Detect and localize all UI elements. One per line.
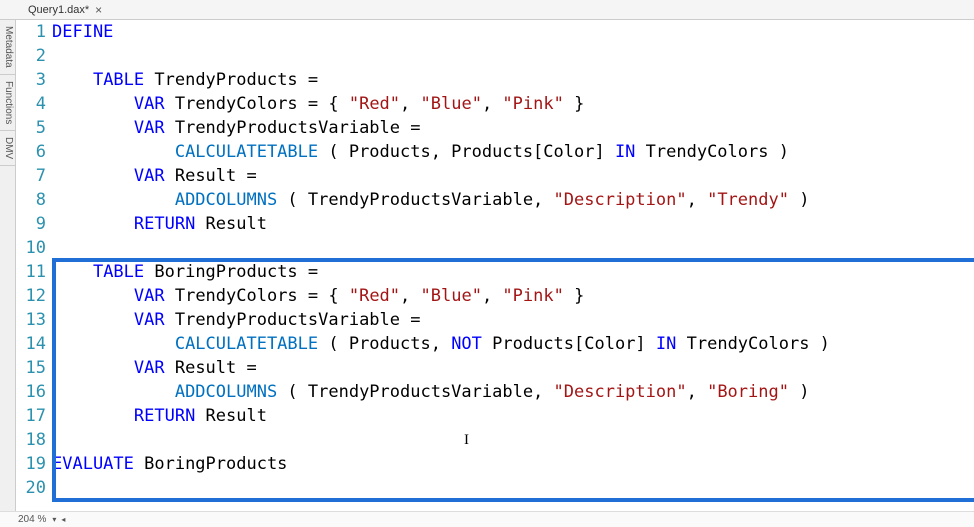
status-bar: 204 % ▾ ◂ xyxy=(0,511,974,527)
main-area: Metadata Functions DMV 12345678910111213… xyxy=(0,20,974,511)
code-line[interactable] xyxy=(52,428,974,452)
line-number: 11 xyxy=(16,260,46,284)
code-line[interactable]: TABLE TrendyProducts = xyxy=(52,68,974,92)
code-line[interactable] xyxy=(52,236,974,260)
code-line[interactable]: TABLE BoringProducts = xyxy=(52,260,974,284)
line-number: 17 xyxy=(16,404,46,428)
side-tab-functions[interactable]: Functions xyxy=(0,75,15,131)
code-line[interactable]: VAR Result = xyxy=(52,164,974,188)
code-line[interactable]: VAR TrendyProductsVariable = xyxy=(52,116,974,140)
line-number: 12 xyxy=(16,284,46,308)
side-tab-metadata[interactable]: Metadata xyxy=(0,20,15,75)
code-line[interactable]: CALCULATETABLE ( Products, NOT Products[… xyxy=(52,332,974,356)
code-line[interactable] xyxy=(52,476,974,500)
zoom-level[interactable]: 204 % xyxy=(18,514,46,525)
line-number: 7 xyxy=(16,164,46,188)
line-number: 20 xyxy=(16,476,46,500)
side-tab-strip: Metadata Functions DMV xyxy=(0,20,16,511)
code-line[interactable]: CALCULATETABLE ( Products, Products[Colo… xyxy=(52,140,974,164)
code-line[interactable]: DEFINE xyxy=(52,20,974,44)
text-cursor-icon: I xyxy=(464,432,469,449)
code-editor[interactable]: 1234567891011121314151617181920 DEFINE T… xyxy=(16,20,974,511)
code-line[interactable]: RETURN Result xyxy=(52,404,974,428)
code-line[interactable]: VAR TrendyColors = { "Red", "Blue", "Pin… xyxy=(52,284,974,308)
line-number: 3 xyxy=(16,68,46,92)
line-number: 10 xyxy=(16,236,46,260)
code-line[interactable]: EVALUATE BoringProducts xyxy=(52,452,974,476)
zoom-dropdown-icon[interactable]: ▾ xyxy=(52,515,55,524)
code-line[interactable]: VAR Result = xyxy=(52,356,974,380)
tab-title: Query1.dax* xyxy=(28,4,89,16)
line-number: 15 xyxy=(16,356,46,380)
line-number: 4 xyxy=(16,92,46,116)
line-number: 8 xyxy=(16,188,46,212)
file-tab[interactable]: Query1.dax* × xyxy=(20,1,110,19)
line-number: 9 xyxy=(16,212,46,236)
line-number: 14 xyxy=(16,332,46,356)
close-icon[interactable]: × xyxy=(95,3,102,17)
side-tab-dmv[interactable]: DMV xyxy=(0,131,15,166)
line-number: 16 xyxy=(16,380,46,404)
code-line[interactable]: VAR TrendyProductsVariable = xyxy=(52,308,974,332)
code-line[interactable] xyxy=(52,44,974,68)
code-line[interactable]: VAR TrendyColors = { "Red", "Blue", "Pin… xyxy=(52,92,974,116)
line-number: 2 xyxy=(16,44,46,68)
line-number-gutter: 1234567891011121314151617181920 xyxy=(16,20,52,500)
tab-bar: Query1.dax* × xyxy=(0,0,974,20)
code-line[interactable]: ADDCOLUMNS ( TrendyProductsVariable, "De… xyxy=(52,188,974,212)
line-number: 18 xyxy=(16,428,46,452)
line-number: 6 xyxy=(16,140,46,164)
code-line[interactable]: RETURN Result xyxy=(52,212,974,236)
line-number: 19 xyxy=(16,452,46,476)
code-area[interactable]: DEFINE TABLE TrendyProducts = VAR Trendy… xyxy=(52,20,974,500)
line-number: 5 xyxy=(16,116,46,140)
zoom-slider-icon[interactable]: ◂ xyxy=(61,515,64,524)
line-number: 13 xyxy=(16,308,46,332)
line-number: 1 xyxy=(16,20,46,44)
code-line[interactable]: ADDCOLUMNS ( TrendyProductsVariable, "De… xyxy=(52,380,974,404)
